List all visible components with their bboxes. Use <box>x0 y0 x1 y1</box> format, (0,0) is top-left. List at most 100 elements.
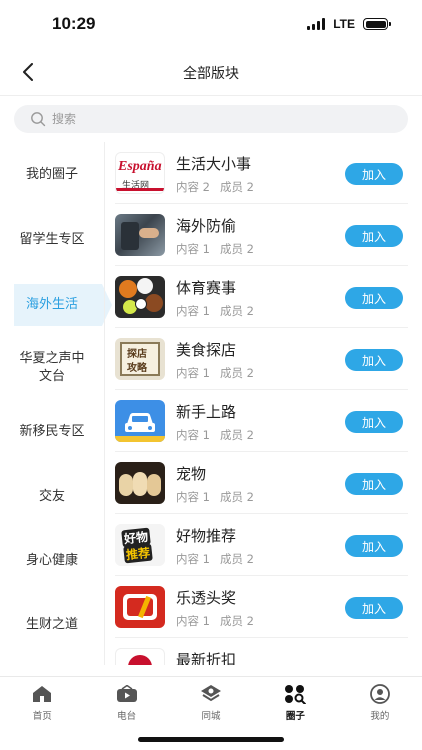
circle-icon <box>284 684 307 704</box>
tab-label: 首页 <box>32 711 52 722</box>
tab-label: 我的 <box>370 711 390 722</box>
list-item[interactable]: 好物 推荐 好物推荐 内容 1 成员 2 加入 <box>105 514 422 576</box>
member-count: 成员 2 <box>219 180 254 194</box>
network-label: LTE <box>333 17 355 31</box>
board-stats: 内容 1 成员 2 <box>176 303 264 319</box>
board-thumbnail: 好物 推荐 <box>115 524 165 566</box>
list-item[interactable]: 探店 攻略 美食探店 内容 1 成员 2 加入 <box>105 328 422 390</box>
board-thumbnail <box>115 462 165 504</box>
search-icon <box>31 112 46 127</box>
home-indicator <box>138 737 284 742</box>
sidebar: 我的圈子 留学生专区 海外生活 华夏之声中文台 新移民专区 交友 身心健康 生财… <box>0 142 104 667</box>
thumb-logo-text: España <box>118 159 162 174</box>
board-title: 美食探店 <box>176 341 237 359</box>
sidebar-item-label: 华夏之声中文台 <box>19 351 85 384</box>
join-button[interactable]: 加入 <box>345 411 403 433</box>
search-bar[interactable] <box>14 105 408 133</box>
member-count: 成员 2 <box>219 614 254 628</box>
board-stats: 内容 1 成员 2 <box>176 427 264 443</box>
join-button[interactable]: 加入 <box>345 163 403 185</box>
page-title: 全部版块 <box>183 66 239 82</box>
board-title: 海外防偷 <box>176 217 237 235</box>
content-count: 内容 1 <box>176 428 210 442</box>
tab-label: 同城 <box>201 711 221 722</box>
board-stats: 内容 1 成员 2 <box>176 365 264 381</box>
search-input[interactable] <box>52 112 352 126</box>
member-count: 成员 2 <box>219 304 254 318</box>
board-thumbnail <box>115 648 165 665</box>
status-bar: 10:29 LTE <box>0 0 422 48</box>
sidebar-item-my-circles[interactable]: 我的圈子 <box>0 154 104 196</box>
profile-icon <box>369 684 391 704</box>
board-stats: 内容 1 成员 2 <box>176 241 264 257</box>
member-count: 成员 2 <box>219 366 254 380</box>
sidebar-item-new-immigrants[interactable]: 新移民专区 <box>0 410 104 454</box>
sidebar-item-label: 留学生专区 <box>19 232 85 247</box>
join-button[interactable]: 加入 <box>345 349 403 371</box>
join-button[interactable]: 加入 <box>345 225 403 247</box>
board-thumbnail: 探店 攻略 <box>115 338 165 380</box>
board-thumbnail <box>115 214 165 256</box>
sidebar-item-label: 海外生活 <box>25 297 78 312</box>
board-title: 宠物 <box>176 465 207 483</box>
sidebar-item-finance[interactable]: 生财之道 <box>0 604 104 646</box>
content-count: 内容 2 <box>176 180 210 194</box>
board-stats: 内容 1 成员 2 <box>176 551 264 567</box>
board-stats: 内容 1 成员 2 <box>176 489 264 505</box>
list-item[interactable]: 体育赛事 内容 1 成员 2 加入 <box>105 266 422 328</box>
thumb-text-line-1: 探店 <box>127 349 147 360</box>
list-item[interactable]: 海外防偷 内容 1 成员 2 加入 <box>105 204 422 266</box>
tab-profile[interactable]: 我的 <box>338 677 422 726</box>
battery-icon <box>363 18 391 30</box>
content-count: 内容 1 <box>176 614 210 628</box>
list-item[interactable]: 宠物 内容 1 成员 2 加入 <box>105 452 422 514</box>
board-title: 新手上路 <box>176 403 237 421</box>
board-title: 好物推荐 <box>176 527 237 545</box>
board-title: 最新折扣 <box>176 651 237 665</box>
member-count: 成员 2 <box>219 490 254 504</box>
sidebar-item-label: 身心健康 <box>25 553 78 568</box>
list-item[interactable]: España 生活网 生活大小事 内容 2 成员 2 加入 <box>105 142 422 204</box>
content-count: 内容 1 <box>176 490 210 504</box>
sidebar-item-label: 我的圈子 <box>25 167 78 182</box>
status-time: 10:29 <box>52 14 96 33</box>
board-thumbnail <box>115 276 165 318</box>
board-stats: 内容 2 成员 2 <box>176 179 264 195</box>
tab-radio[interactable]: 电台 <box>84 677 168 726</box>
thumb-text-line-2: 攻略 <box>127 363 147 374</box>
car-icon <box>115 413 165 442</box>
city-icon <box>200 684 222 704</box>
join-button[interactable]: 加入 <box>345 535 403 557</box>
status-indicators: LTE <box>307 17 391 31</box>
tab-circle[interactable]: 圈子 <box>253 677 337 726</box>
sidebar-item-dating[interactable]: 交友 <box>0 476 104 518</box>
tab-city[interactable]: 同城 <box>169 677 253 726</box>
sidebar-item-health[interactable]: 身心健康 <box>0 540 104 582</box>
sidebar-item-overseas-life[interactable]: 海外生活 <box>0 284 104 326</box>
list-item[interactable]: 新手上路 内容 1 成员 2 加入 <box>105 390 422 452</box>
signal-icon <box>307 18 326 30</box>
board-title: 生活大小事 <box>176 155 252 173</box>
member-count: 成员 2 <box>219 242 254 256</box>
sidebar-item-chinese-radio[interactable]: 华夏之声中文台 <box>0 346 104 390</box>
sidebar-item-label: 生财之道 <box>25 617 78 632</box>
board-thumbnail: España 生活网 <box>115 152 165 194</box>
join-button[interactable]: 加入 <box>345 597 403 619</box>
join-button[interactable]: 加入 <box>345 473 403 495</box>
list-item[interactable]: 最新折扣 <box>105 638 422 665</box>
board-thumbnail <box>115 586 165 628</box>
content-count: 内容 1 <box>176 552 210 566</box>
sidebar-item-students[interactable]: 留学生专区 <box>0 218 104 262</box>
list-item[interactable]: 乐透头奖 内容 1 成员 2 加入 <box>105 576 422 638</box>
board-list: España 生活网 生活大小事 内容 2 成员 2 加入 海外防偷 内容 1 成员… <box>105 142 422 665</box>
board-stats: 内容 1 成员 2 <box>176 613 264 629</box>
member-count: 成员 2 <box>219 552 254 566</box>
sidebar-item-label: 新移民专区 <box>19 424 85 439</box>
board-title: 体育赛事 <box>176 279 237 297</box>
join-button[interactable]: 加入 <box>345 287 403 309</box>
content-count: 内容 1 <box>176 304 210 318</box>
home-icon <box>31 684 53 704</box>
tab-bar: 首页 电台 同城 圈子 我的 <box>0 676 422 726</box>
radio-icon <box>116 684 138 704</box>
tab-home[interactable]: 首页 <box>0 677 84 726</box>
